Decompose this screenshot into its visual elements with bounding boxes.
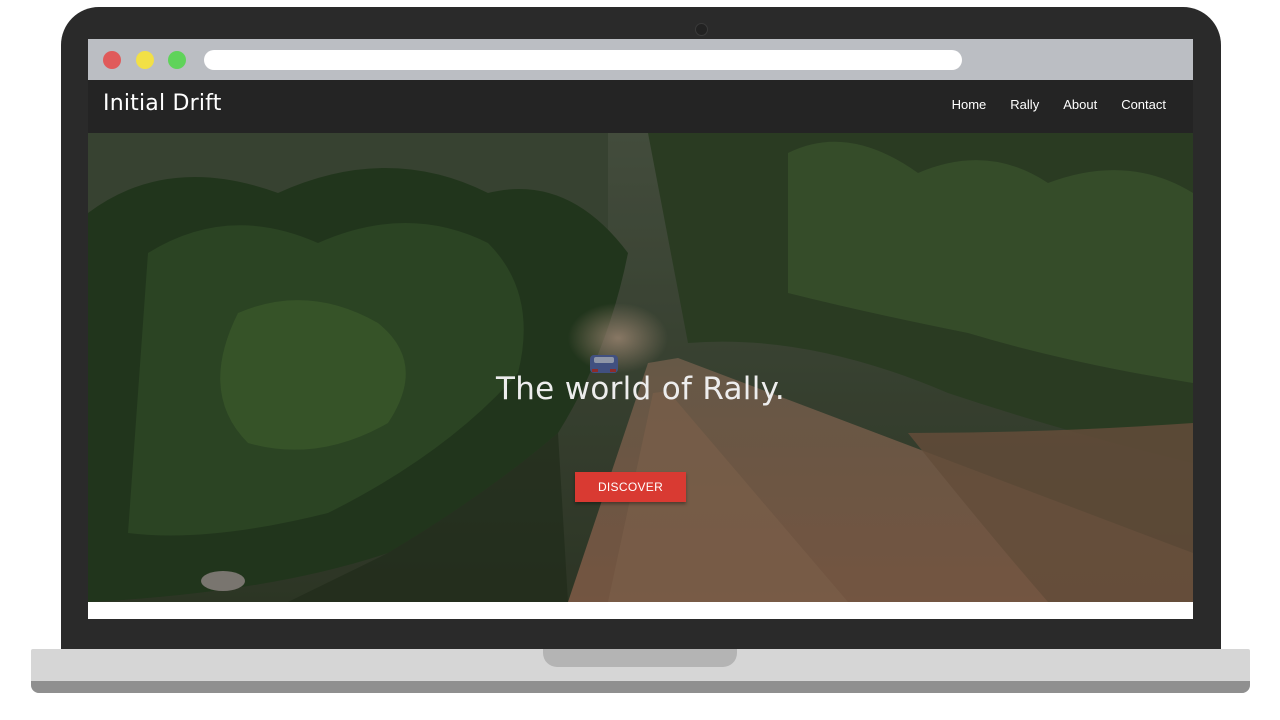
laptop-base-bottom bbox=[31, 681, 1250, 693]
hero-title: The world of Rally. bbox=[495, 371, 785, 407]
site-navbar: Initial Drift Home Rally About Contact bbox=[88, 80, 1193, 133]
nav-links: Home Rally About Contact bbox=[928, 97, 1166, 112]
discover-button[interactable]: DISCOVER bbox=[575, 472, 686, 502]
site-brand-logo[interactable]: Initial Drift bbox=[103, 91, 222, 116]
address-bar-input[interactable] bbox=[204, 50, 962, 70]
laptop-base-notch bbox=[543, 649, 737, 667]
nav-link-about[interactable]: About bbox=[1063, 97, 1097, 112]
window-minimize-button[interactable] bbox=[136, 51, 154, 69]
webcam-icon bbox=[695, 23, 708, 36]
browser-window: Initial Drift Home Rally About Contact T… bbox=[88, 39, 1193, 619]
laptop-base bbox=[31, 649, 1250, 693]
nav-link-contact[interactable]: Contact bbox=[1121, 97, 1166, 112]
window-maximize-button[interactable] bbox=[168, 51, 186, 69]
hero-overlay bbox=[88, 133, 1193, 602]
nav-link-home[interactable]: Home bbox=[952, 97, 987, 112]
window-close-button[interactable] bbox=[103, 51, 121, 69]
hero-section: The world of Rally. DISCOVER bbox=[88, 133, 1193, 602]
page-content-strip bbox=[88, 602, 1193, 619]
nav-link-rally[interactable]: Rally bbox=[1010, 97, 1039, 112]
browser-toolbar bbox=[88, 39, 1193, 80]
